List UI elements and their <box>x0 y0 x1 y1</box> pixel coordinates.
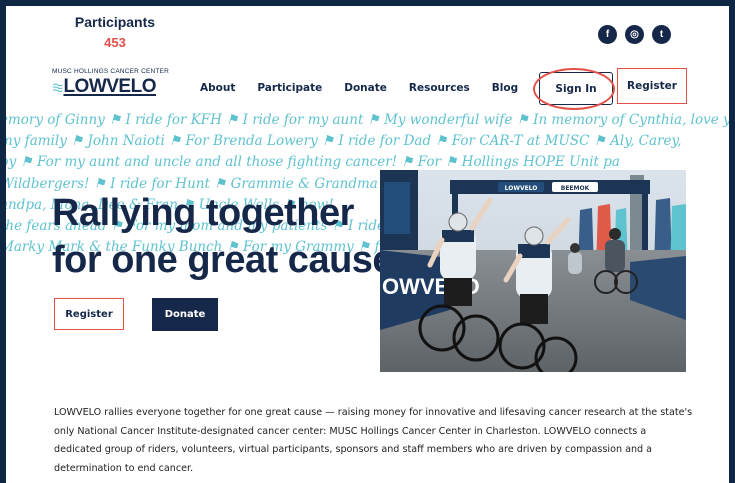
hero-register-button[interactable]: Register <box>54 298 124 330</box>
nav-participate[interactable]: Participate <box>257 82 322 94</box>
tribute-row: my family ⚑ John Naioti ⚑ For Brenda Low… <box>6 133 682 149</box>
nav-donate[interactable]: Donate <box>344 82 387 94</box>
tribute-row: by ⚑ For my aunt and uncle and all those… <box>6 154 620 170</box>
page: Participants 453 f ◎ t MUSC HOLLINGS CAN… <box>6 6 729 483</box>
nav-blog[interactable]: Blog <box>492 82 518 94</box>
social-links: f ◎ t <box>598 25 671 44</box>
lowvelo-logo[interactable]: MUSC HOLLINGS CANCER CENTER LOWVELO <box>52 68 169 98</box>
main-nav: About Participate Donate Resources Blog <box>200 82 540 94</box>
participants-count: 453 <box>104 35 126 50</box>
sign-in-highlight-ring <box>533 68 615 110</box>
participants-counter: Participants 453 <box>60 14 170 50</box>
hero-title-line2: for one great cause <box>52 239 394 281</box>
facebook-icon[interactable]: f <box>598 25 617 44</box>
header-register-button[interactable]: Register <box>617 68 687 104</box>
hero-title: Rallying together for one great cause <box>52 190 394 284</box>
arch-sponsor-text: BEEMOK <box>561 185 590 192</box>
instagram-icon[interactable]: ◎ <box>625 25 644 44</box>
wave-icon <box>52 82 63 92</box>
tribute-row: emory of Ginny ⚑ I ride for KFH ⚑ I ride… <box>6 112 729 128</box>
browser-frame: Participants 453 f ◎ t MUSC HOLLINGS CAN… <box>0 0 735 483</box>
intro-paragraph: LOWVELO rallies everyone together for on… <box>54 407 693 474</box>
participants-label: Participants <box>74 14 156 30</box>
nav-about[interactable]: About <box>200 82 235 94</box>
hero-title-line1: Rallying together <box>52 192 354 234</box>
arch-banner-text: LOWVELO <box>505 185 538 192</box>
cyclists-photo: LOWVELO BEEMOK OWVELO <box>380 170 686 372</box>
nav-resources[interactable]: Resources <box>409 82 470 94</box>
hero-photo: LOWVELO BEEMOK OWVELO <box>380 170 686 372</box>
twitter-icon[interactable]: t <box>652 25 671 44</box>
hero-donate-button[interactable]: Donate <box>152 298 218 331</box>
logo-name: LOWVELO <box>63 76 156 97</box>
logo-subtitle: MUSC HOLLINGS CANCER CENTER <box>52 68 169 75</box>
